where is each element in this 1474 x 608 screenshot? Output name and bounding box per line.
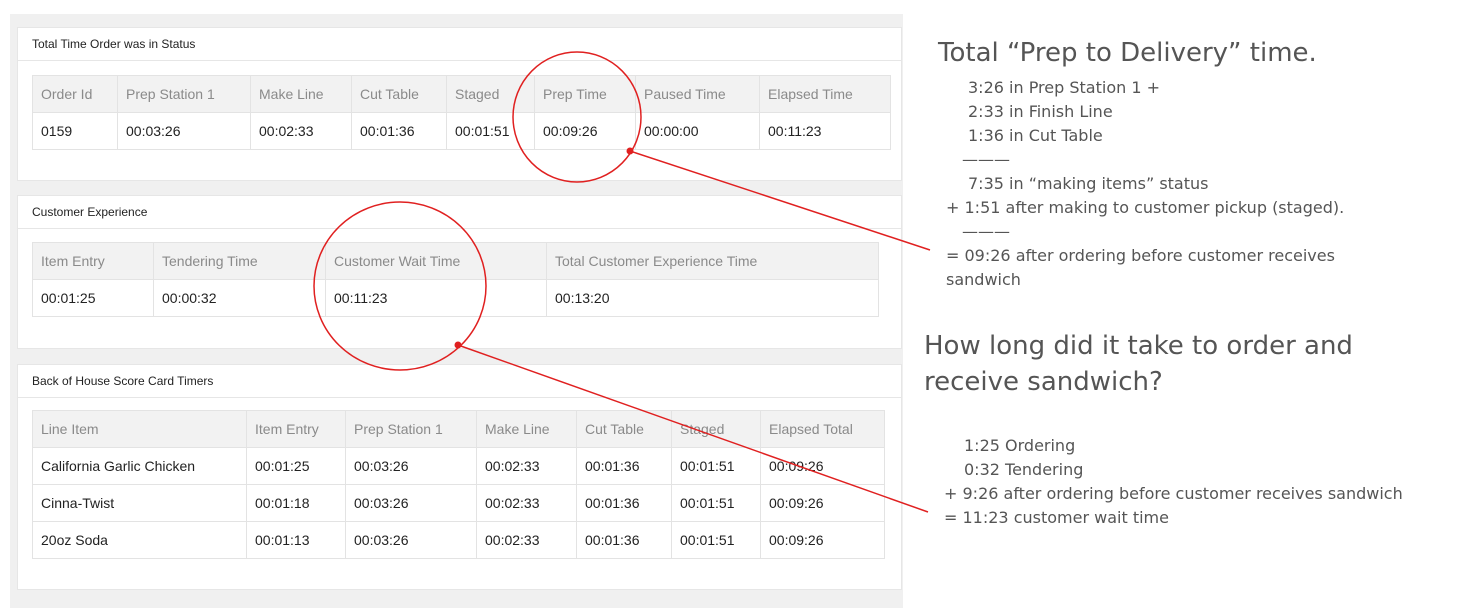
col-paused-time: Paused Time [635,75,760,113]
prep-to-delivery-lines: 3:26 in Prep Station 1 + 2:33 in Finish … [946,76,1344,292]
col-make-line: Make Line [250,75,352,113]
cell: 00:02:33 [476,484,577,522]
col-prep-station-1: Prep Station 1 [117,75,251,113]
cell: 00:03:26 [345,447,477,485]
note-heading: How long did it take to order and [924,331,1353,361]
cell: 00:01:51 [446,112,535,150]
cell: 00:02:33 [476,447,577,485]
cell: 20oz Soda [32,521,247,559]
note-heading: Total “Prep to Delivery” time. [938,38,1317,68]
note-line: = 09:26 after ordering before customer r… [946,246,1335,265]
cell: 00:02:33 [476,521,577,559]
cell: 00:09:26 [760,521,885,559]
cell: 00:01:13 [246,521,346,559]
note-line: = 11:23 customer wait time [944,508,1169,527]
cell: 00:11:23 [759,112,891,150]
cell: 00:00:00 [635,112,760,150]
cell: 00:01:36 [351,112,447,150]
note-heading: receive sandwich? [924,367,1163,397]
col-staged: Staged [671,410,761,448]
cell: 00:01:36 [576,521,672,559]
cell: 00:03:26 [345,521,477,559]
panel-title: Back of House Score Card Timers [18,365,901,398]
status-time-panel: Total Time Order was in Status Order Id … [17,27,902,181]
cell: California Garlic Chicken [32,447,247,485]
cell: 00:03:26 [345,484,477,522]
note-divider: ——— [962,150,1010,169]
col-order-id: Order Id [32,75,118,113]
cell: 00:09:26 [760,447,885,485]
table-row: California Garlic Chicken 00:01:25 00:03… [32,447,885,485]
note-divider: ——— [962,222,1010,241]
col-tendering-time: Tendering Time [153,242,326,280]
cell: 00:13:20 [546,279,879,317]
note-line: sandwich [946,270,1021,289]
status-time-table: Order Id Prep Station 1 Make Line Cut Ta… [32,75,891,150]
note-line: 2:33 in Finish Line [968,102,1113,121]
table-row: 20oz Soda 00:01:13 00:03:26 00:02:33 00:… [32,521,885,559]
col-customer-wait-time: Customer Wait Time [325,242,547,280]
col-prep-station-1: Prep Station 1 [345,410,477,448]
cell: 00:01:25 [246,447,346,485]
cell: 00:00:32 [153,279,326,317]
back-of-house-panel: Back of House Score Card Timers Line Ite… [17,364,902,590]
col-elapsed-time: Elapsed Time [759,75,891,113]
panel-title: Customer Experience [18,196,901,229]
cell: 00:01:51 [671,447,761,485]
col-item-entry: Item Entry [32,242,154,280]
table-row: 00:01:25 00:00:32 00:11:23 00:13:20 [32,279,879,317]
note-line: 7:35 in “making items” status [968,174,1209,193]
note-line: 1:25 Ordering [964,436,1076,455]
col-staged: Staged [446,75,535,113]
cell: 00:09:26 [760,484,885,522]
col-elapsed-total: Elapsed Total [760,410,885,448]
back-of-house-table: Line Item Item Entry Prep Station 1 Make… [32,410,885,559]
col-line-item: Line Item [32,410,247,448]
order-time-lines: 1:25 Ordering 0:32 Tendering + 9:26 afte… [944,434,1403,530]
cell: 00:01:36 [576,447,672,485]
cell: 00:01:51 [671,521,761,559]
cell: 00:02:33 [250,112,352,150]
col-prep-time: Prep Time [534,75,636,113]
customer-experience-table: Item Entry Tendering Time Customer Wait … [32,242,879,317]
note-line: + 9:26 after ordering before customer re… [944,484,1403,503]
cell: Cinna-Twist [32,484,247,522]
prep-to-delivery-note: Total “Prep to Delivery” time. [938,38,1317,68]
note-line: + 1:51 after making to customer pickup (… [946,198,1345,217]
table-row: Cinna-Twist 00:01:18 00:03:26 00:02:33 0… [32,484,885,522]
cell: 00:01:51 [671,484,761,522]
order-time-note: How long did it take to order and receiv… [924,328,1353,400]
note-line: 0:32 Tendering [964,460,1084,479]
note-line: 1:36 in Cut Table [968,126,1103,145]
col-cut-table: Cut Table [576,410,672,448]
cell: 00:01:18 [246,484,346,522]
col-total-customer-experience-time: Total Customer Experience Time [546,242,879,280]
cell: 00:01:36 [576,484,672,522]
cell: 0159 [32,112,118,150]
col-make-line: Make Line [476,410,577,448]
cell: 00:01:25 [32,279,154,317]
cell: 00:11:23 [325,279,547,317]
col-cut-table: Cut Table [351,75,447,113]
col-item-entry: Item Entry [246,410,346,448]
panel-title: Total Time Order was in Status [18,28,901,61]
cell: 00:03:26 [117,112,251,150]
table-row: 0159 00:03:26 00:02:33 00:01:36 00:01:51… [32,112,891,150]
customer-experience-panel: Customer Experience Item Entry Tendering… [17,195,902,349]
note-line: 3:26 in Prep Station 1 + [968,78,1161,97]
cell: 00:09:26 [534,112,636,150]
